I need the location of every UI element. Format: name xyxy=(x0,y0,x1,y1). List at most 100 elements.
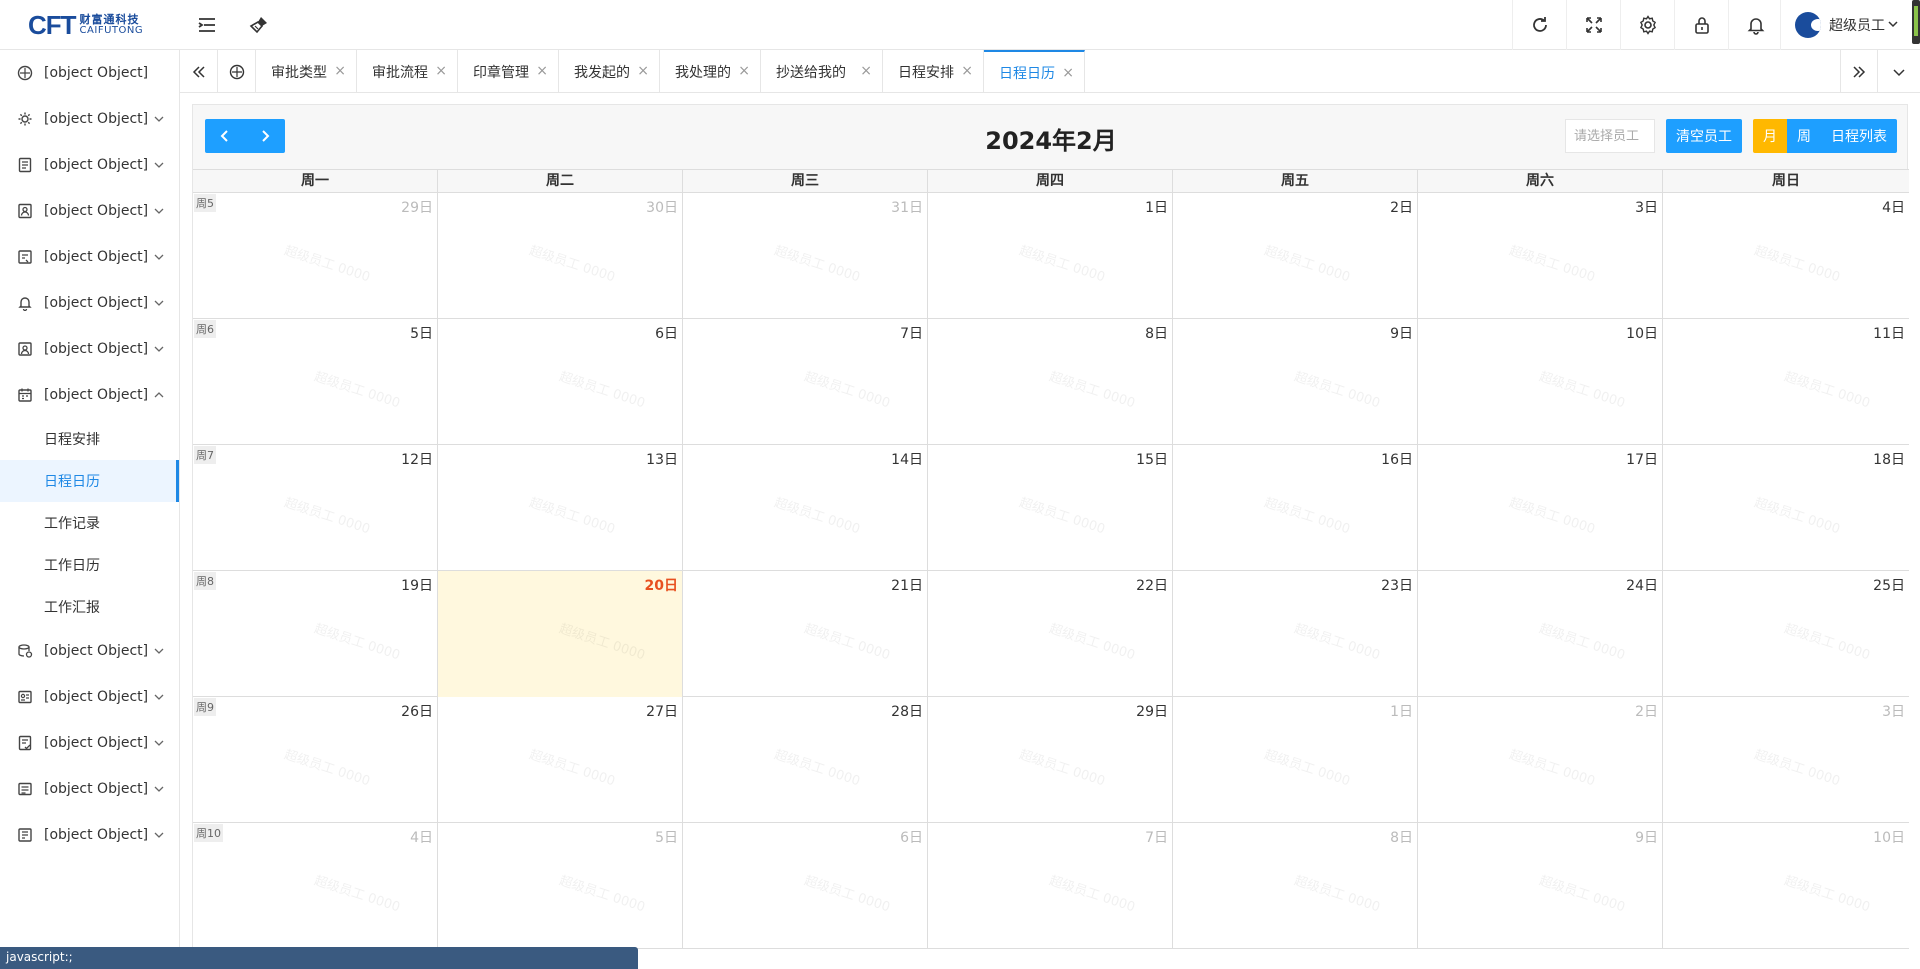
day-cell[interactable]: 19日 周8 超级员工 0000 xyxy=(193,571,438,697)
day-cell[interactable]: 29日 周5 超级员工 0000 xyxy=(193,193,438,319)
day-cell[interactable]: 30日 超级员工 0000 xyxy=(438,193,683,319)
sidebar-item[interactable]: [object Object] xyxy=(0,188,179,234)
sidebar-subitem[interactable]: 工作汇报 xyxy=(0,586,179,628)
sidebar-item[interactable]: [object Object] xyxy=(0,234,179,280)
sidebar-item[interactable]: [object Object] xyxy=(0,142,179,188)
day-cell[interactable]: 8日 超级员工 0000 xyxy=(1173,823,1418,949)
fullscreen-icon[interactable] xyxy=(1566,0,1620,50)
day-cell[interactable]: 10日 超级员工 0000 xyxy=(1663,823,1909,949)
day-cell[interactable]: 4日 超级员工 0000 xyxy=(1663,193,1909,319)
tab[interactable]: 日程安排 × xyxy=(883,50,984,93)
day-cell[interactable]: 17日 超级员工 0000 xyxy=(1418,445,1663,571)
home-tab-icon[interactable] xyxy=(218,50,256,93)
scroll-tabs-left-icon[interactable] xyxy=(180,50,218,93)
scroll-tabs-right-icon[interactable] xyxy=(1840,50,1878,93)
settings-icon[interactable] xyxy=(1620,0,1674,50)
day-cell-today[interactable]: 20日 超级员工 0000 xyxy=(438,571,683,697)
day-cell[interactable]: 22日 超级员工 0000 xyxy=(928,571,1173,697)
brush-icon[interactable] xyxy=(232,0,286,50)
day-cell[interactable]: 8日 超级员工 0000 xyxy=(928,319,1173,445)
day-cell[interactable]: 10日 超级员工 0000 xyxy=(1418,319,1663,445)
day-cell[interactable]: 7日 超级员工 0000 xyxy=(928,823,1173,949)
day-cell[interactable]: 2日 超级员工 0000 xyxy=(1173,193,1418,319)
sidebar-item[interactable]: [object Object] xyxy=(0,280,179,326)
close-icon[interactable]: × xyxy=(435,63,447,79)
close-icon[interactable]: × xyxy=(1062,65,1074,81)
day-cell[interactable]: 15日 超级员工 0000 xyxy=(928,445,1173,571)
notification-bell-icon[interactable] xyxy=(1728,0,1782,50)
day-cell[interactable]: 25日 超级员工 0000 xyxy=(1663,571,1909,697)
day-cell[interactable]: 24日 超级员工 0000 xyxy=(1418,571,1663,697)
day-cell[interactable]: 27日 超级员工 0000 xyxy=(438,697,683,823)
sidebar-item[interactable]: [object Object] xyxy=(0,372,179,418)
close-icon[interactable]: × xyxy=(334,63,346,79)
tab[interactable]: 我发起的 × xyxy=(559,50,660,93)
day-cell[interactable]: 29日 超级员工 0000 xyxy=(928,697,1173,823)
day-cell[interactable]: 7日 超级员工 0000 xyxy=(683,319,928,445)
tab[interactable]: 日程日历 × xyxy=(984,50,1085,93)
close-icon[interactable]: × xyxy=(536,63,548,79)
sidebar-item[interactable]: [object Object] xyxy=(0,674,179,720)
sidebar-subitem[interactable]: 工作记录 xyxy=(0,502,179,544)
prev-month-button[interactable] xyxy=(205,119,245,153)
sidebar-subitem[interactable]: 日程日历 xyxy=(0,460,179,502)
logo-cn: 财富通科技 xyxy=(79,13,140,26)
tab[interactable]: 我处理的 × xyxy=(660,50,761,93)
clear-employee-button[interactable]: 清空员工 xyxy=(1666,119,1742,153)
tab[interactable]: 审批流程 × xyxy=(357,50,458,93)
day-cell[interactable]: 5日 周6 超级员工 0000 xyxy=(193,319,438,445)
day-cell[interactable]: 31日 超级员工 0000 xyxy=(683,193,928,319)
close-icon[interactable]: × xyxy=(860,63,872,79)
watermark: 超级员工 0000 xyxy=(1047,621,1137,664)
calendar-panel: 2024年2月 清空员工 月 周 日程列表 周一周二周三周四周五周六 周日 29日… xyxy=(192,104,1909,951)
day-cell[interactable]: 1日 超级员工 0000 xyxy=(1173,697,1418,823)
user-menu[interactable]: 超级员工 xyxy=(1780,0,1920,50)
tabs-dropdown-icon[interactable] xyxy=(1880,50,1918,93)
sidebar-item[interactable]: [object Object] xyxy=(0,50,179,96)
day-cell[interactable]: 18日 超级员工 0000 xyxy=(1663,445,1909,571)
sidebar-item[interactable]: [object Object] xyxy=(0,766,179,812)
day-cell[interactable]: 3日 超级员工 0000 xyxy=(1418,193,1663,319)
tab[interactable]: 审批类型 × xyxy=(256,50,357,93)
day-cell[interactable]: 11日 超级员工 0000 xyxy=(1663,319,1909,445)
refresh-icon[interactable] xyxy=(1512,0,1566,50)
watermark: 超级员工 0000 xyxy=(1047,369,1137,412)
day-cell[interactable]: 2日 超级员工 0000 xyxy=(1418,697,1663,823)
close-icon[interactable]: × xyxy=(738,63,750,79)
close-icon[interactable]: × xyxy=(637,63,649,79)
sidebar-item[interactable]: [object Object] xyxy=(0,720,179,766)
sidebar-item[interactable]: [object Object] xyxy=(0,812,179,858)
day-cell[interactable]: 28日 超级员工 0000 xyxy=(683,697,928,823)
lock-icon[interactable] xyxy=(1674,0,1728,50)
day-cell[interactable]: 13日 超级员工 0000 xyxy=(438,445,683,571)
view-month-button[interactable]: 月 xyxy=(1753,119,1787,153)
day-cell[interactable]: 9日 超级员工 0000 xyxy=(1418,823,1663,949)
sidebar-subitem[interactable]: 日程安排 xyxy=(0,418,179,460)
day-cell[interactable]: 26日 周9 超级员工 0000 xyxy=(193,697,438,823)
day-cell[interactable]: 12日 周7 超级员工 0000 xyxy=(193,445,438,571)
view-week-button[interactable]: 周 xyxy=(1787,119,1821,153)
menu-toggle-icon[interactable] xyxy=(180,0,234,50)
day-cell[interactable]: 4日 周10 超级员工 0000 xyxy=(193,823,438,949)
day-cell[interactable]: 1日 超级员工 0000 xyxy=(928,193,1173,319)
day-cell[interactable]: 14日 超级员工 0000 xyxy=(683,445,928,571)
day-cell[interactable]: 3日 超级员工 0000 xyxy=(1663,697,1909,823)
sidebar-item[interactable]: [object Object] xyxy=(0,326,179,372)
day-cell[interactable]: 6日 超级员工 0000 xyxy=(683,823,928,949)
tab[interactable]: 抄送给我的 × xyxy=(761,50,883,93)
sidebar-subitem[interactable]: 工作日历 xyxy=(0,544,179,586)
sidebar-item[interactable]: [object Object] xyxy=(0,628,179,674)
day-cell[interactable]: 16日 超级员工 0000 xyxy=(1173,445,1418,571)
employee-select-input[interactable] xyxy=(1565,119,1655,153)
day-cell[interactable]: 9日 超级员工 0000 xyxy=(1173,319,1418,445)
view-list-button[interactable]: 日程列表 xyxy=(1821,119,1897,153)
close-icon[interactable]: × xyxy=(961,63,973,79)
tab[interactable]: 印章管理 × xyxy=(458,50,559,93)
sidebar-item[interactable]: [object Object] xyxy=(0,96,179,142)
day-cell[interactable]: 5日 超级员工 0000 xyxy=(438,823,683,949)
day-cell[interactable]: 23日 超级员工 0000 xyxy=(1173,571,1418,697)
day-cell[interactable]: 6日 超级员工 0000 xyxy=(438,319,683,445)
day-cell[interactable]: 21日 超级员工 0000 xyxy=(683,571,928,697)
next-month-button[interactable] xyxy=(245,119,285,153)
sidebar-item-label: [object Object] xyxy=(44,643,149,659)
